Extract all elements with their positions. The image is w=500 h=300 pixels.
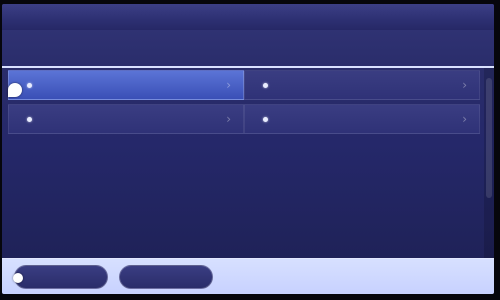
secondary-button[interactable] <box>119 265 213 289</box>
bottom-bar <box>2 258 494 294</box>
subheader <box>2 30 494 68</box>
vertical-scrollbar[interactable] <box>484 68 494 258</box>
bullet-icon <box>263 117 268 122</box>
bullet-icon <box>263 83 268 88</box>
chevron-right-icon: › <box>462 78 467 92</box>
chevron-right-icon: › <box>462 112 467 126</box>
content-area: › › › › <box>2 68 494 258</box>
grid-cell-r1c1[interactable]: › <box>8 70 244 100</box>
bullet-icon <box>27 83 32 88</box>
pointer-cursor-icon <box>8 83 22 97</box>
scrollbar-thumb[interactable] <box>486 78 492 198</box>
cursor-dot-icon <box>13 273 23 283</box>
grid-cell-r2c2[interactable]: › <box>244 104 480 134</box>
primary-button[interactable] <box>13 265 108 289</box>
bullet-icon <box>27 117 32 122</box>
chevron-right-icon: › <box>226 78 231 92</box>
title-bar <box>2 4 494 30</box>
grid-cell-r1c2[interactable]: › <box>244 70 480 100</box>
grid-cell-r2c1[interactable]: › <box>8 104 244 134</box>
options-grid: › › › › <box>2 68 482 138</box>
device-frame: › › › › <box>0 0 500 300</box>
chevron-right-icon: › <box>226 112 231 126</box>
screen: › › › › <box>2 4 494 294</box>
